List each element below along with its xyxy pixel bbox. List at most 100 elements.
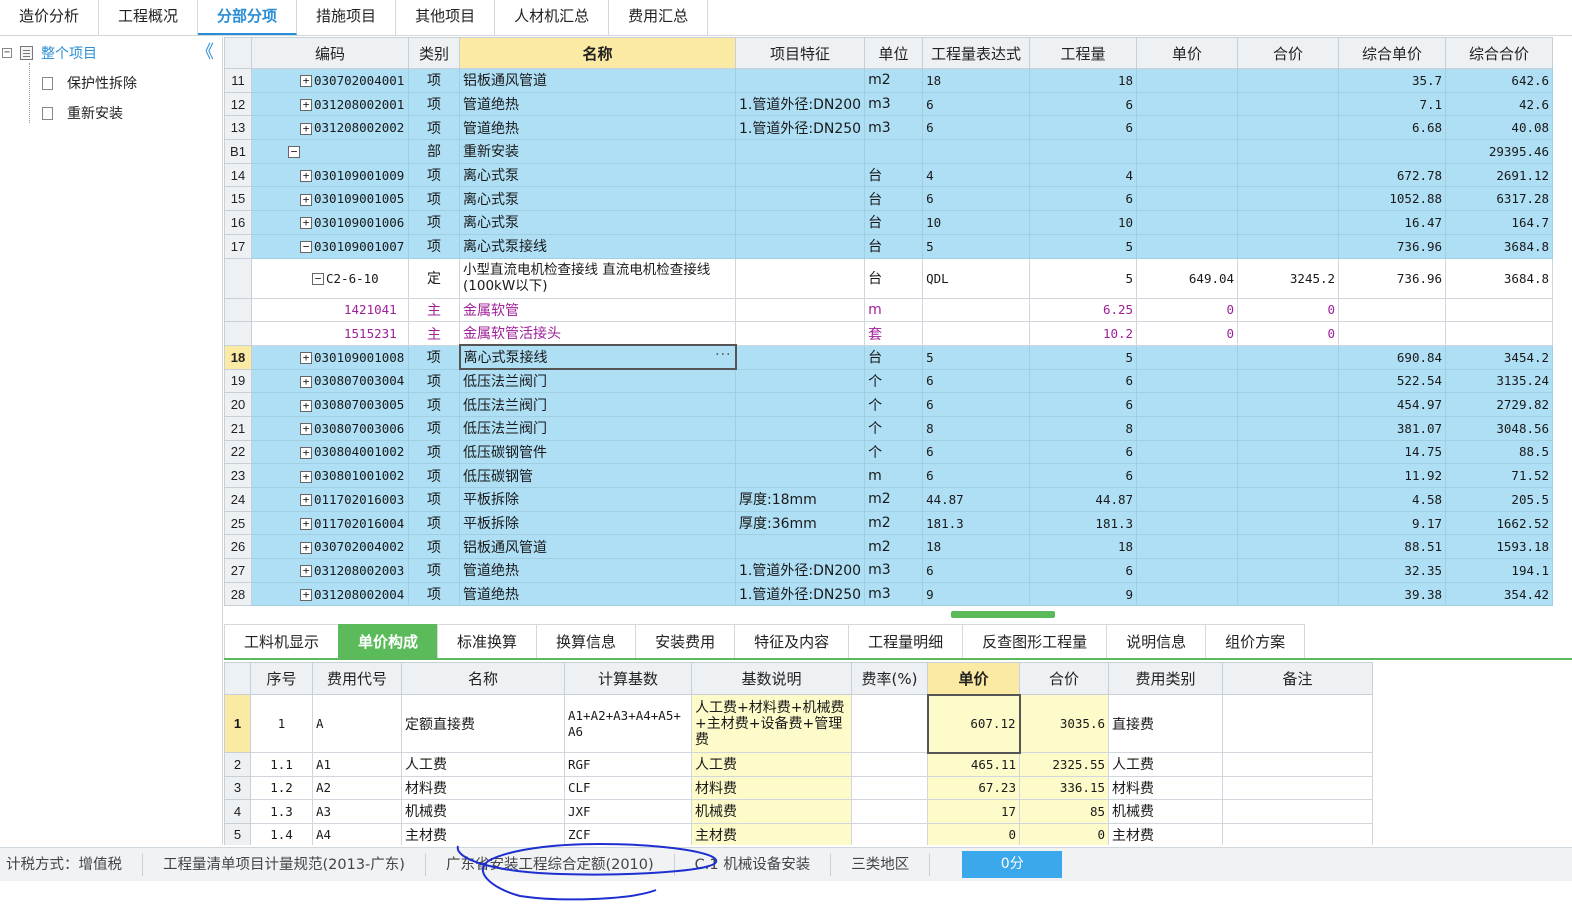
cell-type[interactable]: 项 — [408, 91, 460, 117]
cell-qty[interactable]: 6 — [1029, 558, 1138, 583]
cell-qty[interactable]: 44.87 — [1029, 487, 1138, 512]
cell-uprice[interactable]: 4.58 — [1338, 487, 1447, 512]
bill-row[interactable]: 26 +030702004002 项铝板通风管道 m2 18 18 88.51 1593.18 — [224, 534, 1554, 560]
cell-price[interactable] — [1136, 162, 1239, 188]
cell-price[interactable]: 17 — [927, 799, 1020, 824]
row-number[interactable]: 15 — [224, 186, 252, 212]
cell-name[interactable]: 离心式泵接线 — [459, 233, 736, 259]
cell-name[interactable]: 金属软管 — [459, 297, 736, 323]
cell-code[interactable]: A4 — [312, 822, 402, 845]
cell-utotal[interactable]: 3684.8 — [1445, 257, 1554, 299]
cell-feature[interactable] — [734, 415, 866, 441]
tab-description-info[interactable]: 说明信息 — [1106, 624, 1207, 658]
cell-price[interactable] — [1136, 115, 1239, 141]
bill-row[interactable]: 28 +031208002004 项管道绝热 1.管道外径:DN250 m3 9 9 39.3… — [224, 581, 1554, 607]
expand-icon[interactable]: + — [300, 193, 312, 206]
collapse-icon[interactable]: − — [288, 146, 300, 159]
cell-unit[interactable]: 套 — [864, 321, 924, 346]
cell-code[interactable]: +030109001006 — [251, 210, 409, 235]
cell-uprice[interactable]: 454.97 — [1338, 392, 1447, 417]
cell-note[interactable] — [1222, 775, 1373, 800]
row-number[interactable]: 4 — [224, 799, 251, 824]
cell-total[interactable] — [1237, 139, 1340, 164]
cell-uprice[interactable]: 11.92 — [1338, 463, 1447, 488]
cell-unit[interactable]: 台 — [864, 162, 924, 188]
cell-utotal[interactable]: 88.5 — [1445, 439, 1554, 465]
cell-code[interactable]: 1515231 — [251, 321, 409, 346]
cell-utotal[interactable]: 3048.56 — [1445, 415, 1554, 441]
cell-price[interactable]: 649.04 — [1136, 257, 1239, 299]
cell-qty[interactable]: 6 — [1029, 115, 1138, 141]
tab-project-overview[interactable]: 工程概况 — [99, 0, 199, 35]
cell-price[interactable] — [1136, 392, 1239, 417]
fee-row[interactable]: 3 1.2 A2 材料费 CLF 材料费 67.23 336.15 材料费 — [224, 775, 1373, 800]
cell-feature[interactable] — [734, 534, 866, 560]
bill-row[interactable]: 12 +031208002001 项管道绝热 1.管道外径:DN200 m3 6 6 7.1 4… — [224, 91, 1554, 117]
cell-price[interactable]: 0 — [927, 822, 1020, 845]
row-number[interactable]: 13 — [224, 115, 252, 141]
cell-total[interactable] — [1237, 510, 1340, 536]
cell-qty[interactable]: 6 — [1029, 439, 1138, 465]
cell-feature[interactable] — [734, 210, 866, 235]
cell-price[interactable] — [1136, 510, 1239, 536]
col-seq[interactable]: 序号 — [250, 662, 313, 695]
cell-rate[interactable] — [851, 822, 928, 845]
col-feature[interactable]: 项目特征 — [734, 37, 866, 69]
cell-name[interactable]: 重新安装 — [459, 139, 736, 164]
cell-name[interactable]: 管道绝热 — [459, 581, 736, 607]
cell-uprice[interactable] — [1338, 139, 1447, 164]
tab-quantity-details[interactable]: 工程量明细 — [848, 624, 964, 658]
cell-uprice[interactable]: 690.84 — [1338, 344, 1447, 370]
cell-code[interactable]: A — [312, 694, 402, 753]
cell-expr[interactable]: 4 — [922, 162, 1031, 188]
row-number[interactable]: B1 — [224, 139, 252, 164]
cell-qty[interactable]: 6 — [1029, 392, 1138, 417]
col-qty-expr[interactable]: 工程量表达式 — [922, 37, 1031, 69]
cell-price[interactable] — [1136, 186, 1239, 212]
tab-unit-price-composition[interactable]: 单价构成 — [338, 624, 439, 658]
cell-expr[interactable]: 18 — [922, 534, 1031, 560]
cell-uprice[interactable]: 736.96 — [1338, 233, 1447, 259]
col-fee-code[interactable]: 费用代号 — [312, 662, 402, 695]
cell-seq[interactable]: 1.3 — [250, 799, 313, 824]
collapse-icon[interactable]: − — [300, 241, 312, 254]
cell-name[interactable]: 低压碳钢管件 — [459, 439, 736, 465]
bill-row[interactable]: 24 +011702016003 项平板拆除 厚度:18mm m2 44.87 44.87 4… — [224, 487, 1554, 512]
expand-icon[interactable]: + — [300, 217, 312, 230]
cell-type[interactable]: 主 — [408, 321, 460, 346]
cell-price[interactable] — [1136, 463, 1239, 488]
cell-code[interactable]: 1421041 — [251, 297, 409, 323]
collapse-icon[interactable]: − — [312, 273, 324, 285]
cell-expr[interactable]: 44.87 — [922, 487, 1031, 512]
cell-expr[interactable]: 6 — [922, 558, 1031, 583]
cell-utotal[interactable]: 40.08 — [1445, 115, 1554, 141]
cell-expr[interactable]: 8 — [922, 415, 1031, 441]
col-rate[interactable]: 费率(%) — [851, 662, 928, 695]
cell-base[interactable]: ZCF — [564, 822, 692, 845]
cell-feature[interactable] — [734, 297, 866, 323]
cell-type[interactable]: 项 — [408, 581, 460, 607]
cell-seq[interactable]: 1.4 — [250, 822, 313, 845]
col-fee-category[interactable]: 费用类别 — [1108, 662, 1223, 695]
cell-code[interactable]: +011702016004 — [251, 510, 409, 536]
row-number[interactable]: 17 — [224, 233, 252, 259]
cell-qty[interactable] — [1029, 139, 1138, 164]
cell-utotal[interactable]: 3135.24 — [1445, 368, 1554, 394]
cell-qty[interactable]: 4 — [1029, 162, 1138, 188]
cell-expr[interactable]: 6 — [922, 392, 1031, 417]
cell-utotal[interactable]: 71.52 — [1445, 463, 1554, 488]
bill-row[interactable]: 21 +030807003006 项低压法兰阀门个 8 8 381.07 3048.56 — [224, 415, 1554, 441]
expand-icon[interactable]: + — [300, 494, 312, 507]
cell-feature[interactable] — [734, 463, 866, 488]
cell-price[interactable] — [1136, 233, 1239, 259]
cell-code[interactable]: +030702004001 — [251, 68, 409, 93]
cell-price[interactable] — [1136, 581, 1239, 607]
cell-qty[interactable]: 6 — [1029, 368, 1138, 394]
expand-icon[interactable]: + — [300, 352, 312, 365]
cell-price[interactable] — [1136, 139, 1239, 164]
cell-total[interactable] — [1237, 392, 1340, 417]
cell-utotal[interactable]: 3684.8 — [1445, 233, 1554, 259]
cell-uprice[interactable]: 16.47 — [1338, 210, 1447, 235]
tree-item-reinstall[interactable]: 重新安装 — [42, 103, 123, 123]
cell-code[interactable]: +030109001009 — [251, 162, 409, 188]
